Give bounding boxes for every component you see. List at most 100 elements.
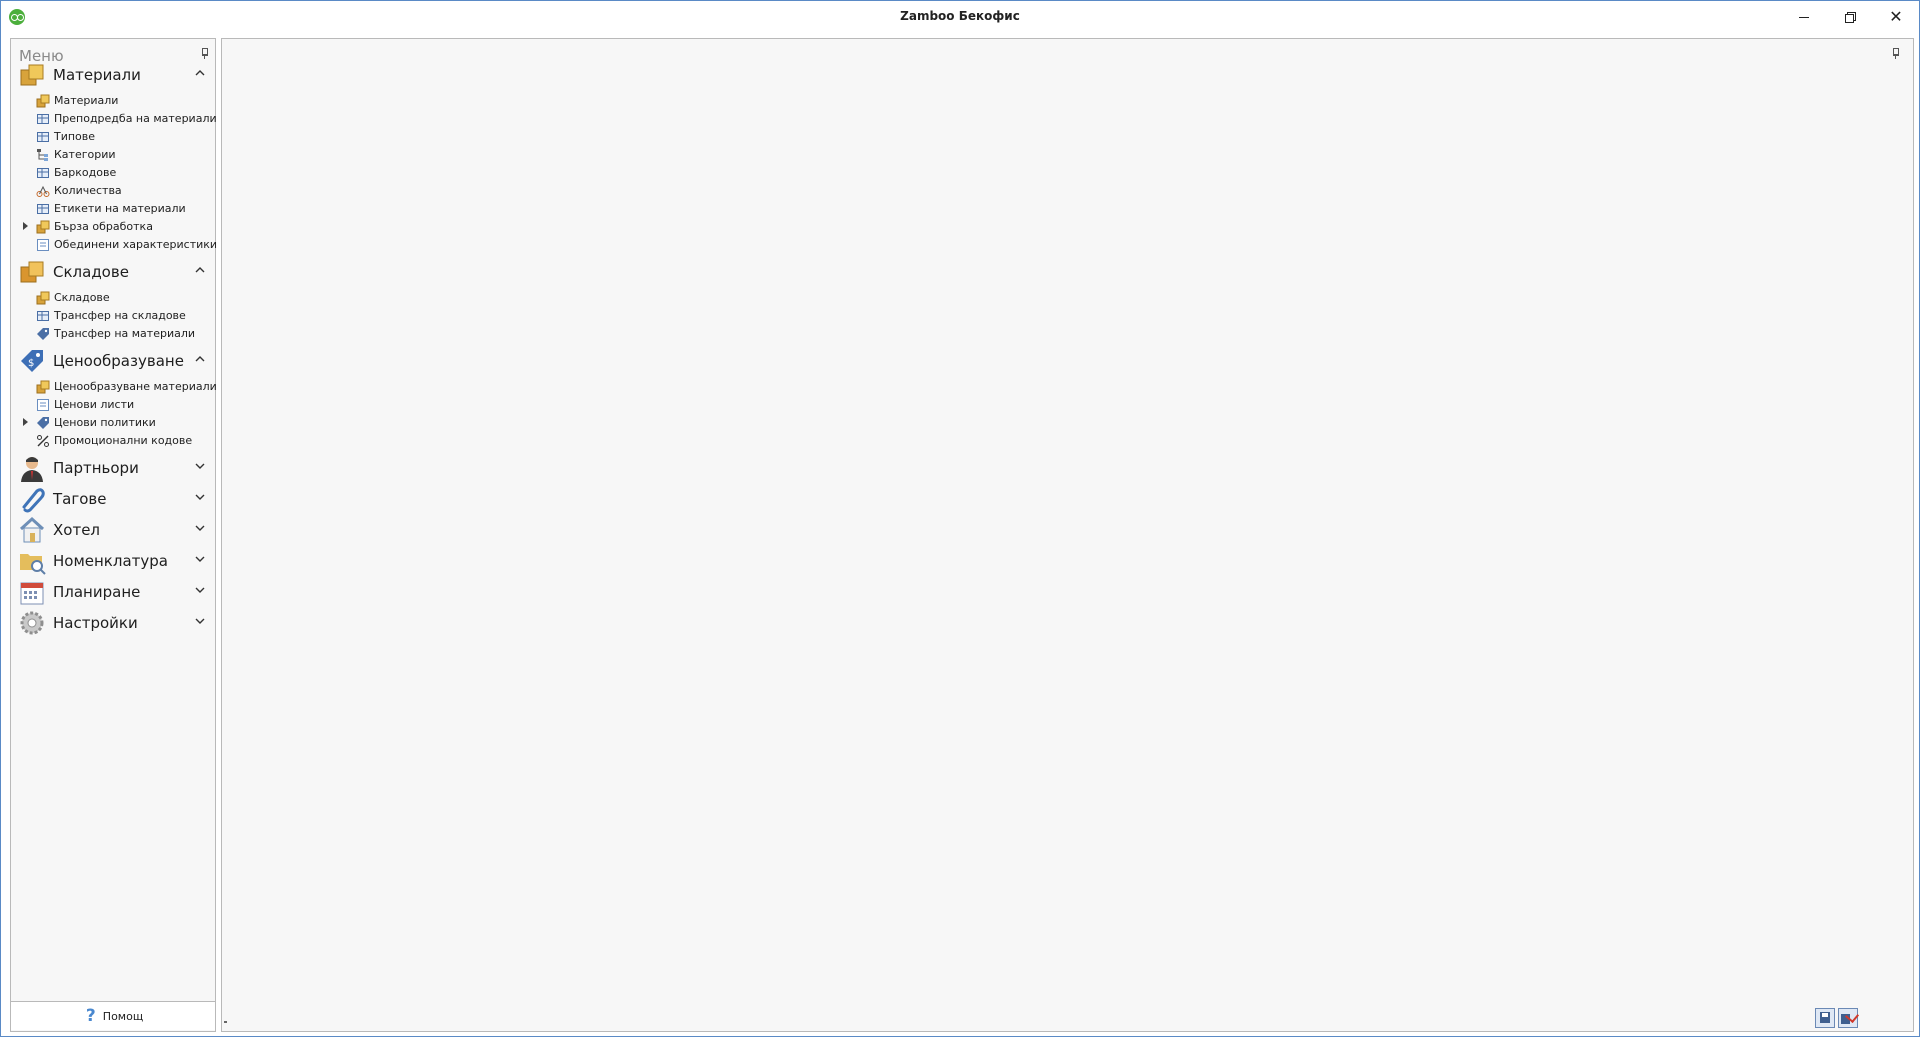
chevron-down-icon[interactable] [195,586,205,594]
nav-item-label: Обединени характеристики [54,238,218,251]
help-label: Помощ [102,1009,144,1023]
group-label: Хотел [53,521,101,539]
warehouse-transfer-icon [36,308,50,322]
bottom-tray [1812,1008,1858,1028]
group-header-8[interactable]: Настройки [11,607,215,639]
nav-item-label: Ценови политики [54,416,156,429]
chevron-up-icon[interactable] [195,69,205,77]
warehouses-icon [18,258,46,286]
label-grid-icon [36,201,50,215]
chevron-down-icon[interactable] [195,555,205,563]
types-icon [36,129,50,143]
window-title: Zamboo Бекофис [900,9,1020,23]
nav-item-label: Баркодове [54,166,117,179]
chevron-down-icon[interactable] [195,617,205,625]
percent-icon [36,433,50,447]
group-label: Настройки [53,614,138,632]
calendar-icon [18,578,46,606]
nav-item[interactable]: Трансфер на складове [11,306,215,324]
box-icon [36,93,50,108]
material-pricing-icon [36,379,50,394]
nav-item-label: Ценови листи [54,398,135,411]
pin-icon[interactable] [200,48,208,59]
partner-person-icon [18,454,46,482]
merged-features-icon [36,237,50,251]
nav-item[interactable]: Складове [11,288,215,306]
quick-process-icon [36,219,50,234]
group-header-4[interactable]: Тагове [11,483,215,515]
group-label: Номенклатура [53,552,168,570]
svg-text:$: $ [28,358,34,369]
warehouse-icon [36,290,50,305]
group-header-5[interactable]: Хотел [11,514,215,546]
reorder-icon [36,111,50,125]
price-list-icon [36,397,50,411]
status-indicator [224,1021,227,1023]
chevron-down-icon[interactable] [195,493,205,501]
group-header-6[interactable]: Номенклатура [11,545,215,577]
nav-item[interactable]: Типове [11,127,215,145]
app-window: Zamboo Бекофис ✕ Меню Материали Материали… [0,0,1920,1037]
chevron-down-icon[interactable] [195,462,205,470]
close-button[interactable]: ✕ [1873,1,1919,33]
nav-item-label: Количества [54,184,122,197]
paperclip-icon [18,485,46,513]
navigation-sidebar: Меню Материали Материали Преподредба на ма… [10,38,218,1032]
save-icon[interactable] [1815,1008,1835,1028]
price-policy-icon [36,415,50,429]
minimize-button[interactable] [1781,1,1827,33]
material-transfer-icon [36,326,50,340]
nav-item-label: Бърза обработка [54,220,153,233]
group-header-3[interactable]: Партньори [11,452,215,484]
nav-item-label: Преподредба на материали [54,112,217,125]
group-header-0[interactable]: Материали [11,59,215,91]
pin-icon[interactable] [1891,48,1899,59]
nav-item-label: Трансфер на складове [54,309,186,322]
nav-item-label: Категории [54,148,116,161]
expand-arrow-icon[interactable] [23,222,28,230]
folder-search-icon [18,547,46,575]
help-button[interactable]: ? Помощ [11,1001,215,1030]
group-header-2[interactable]: $ Ценообразуване [11,345,215,377]
expand-arrow-icon[interactable] [23,418,28,426]
nav-item[interactable]: Количества [11,181,215,199]
nav-item-label: Трансфер на материали [54,327,196,340]
group-label: Материали [53,66,141,84]
scale-icon [36,183,50,197]
nav-item-label: Материали [54,94,119,107]
nav-item[interactable]: Промоционални кодове [11,431,215,449]
chevron-up-icon[interactable] [195,266,205,274]
minimize-icon [1799,16,1809,18]
group-label: Планиране [53,583,141,601]
nav-item[interactable]: Ценови политики [11,413,215,431]
nav-item[interactable]: Етикети на материали [11,199,215,217]
barcode-icon [36,165,50,179]
save-all-icon[interactable] [1838,1008,1858,1028]
nav-item[interactable]: Ценови листи [11,395,215,413]
chevron-up-icon[interactable] [195,355,205,363]
nav-item[interactable]: Материали [11,91,215,109]
nav-item[interactable]: Категории [11,145,215,163]
nav-item[interactable]: Трансфер на материали [11,324,215,342]
nav-item[interactable]: Преподредба на материали [11,109,217,127]
nav-item-label: Ценообразуване материали [54,380,217,393]
main-workspace [221,38,1914,1032]
chevron-down-icon[interactable] [195,524,205,532]
close-icon: ✕ [1889,7,1903,26]
nav-item[interactable]: Баркодове [11,163,215,181]
house-icon [18,516,46,544]
restore-button[interactable] [1827,1,1873,33]
nav-item[interactable]: Обединени характеристики [11,235,218,253]
group-header-1[interactable]: Складове [11,256,215,288]
group-label: Складове [53,263,129,281]
group-label: Ценообразуване [53,352,184,370]
nav-item[interactable]: Ценообразуване материали [11,377,217,395]
category-tree-icon [36,147,50,161]
nav-item-label: Типове [54,130,96,143]
nav-item-label: Складове [54,291,110,304]
price-tag-icon: $ [18,347,46,375]
group-label: Тагове [53,490,107,508]
nav-item[interactable]: Бърза обработка [11,217,215,235]
restore-icon [1845,12,1856,23]
group-header-7[interactable]: Планиране [11,576,215,608]
